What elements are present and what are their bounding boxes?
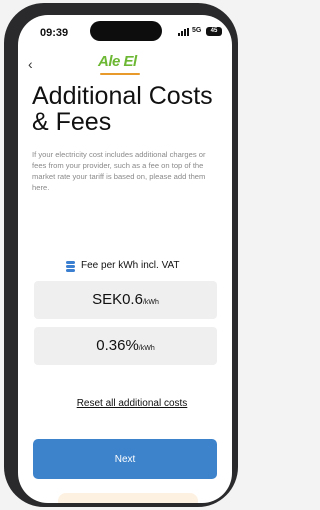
back-chevron-icon[interactable]: ‹ — [28, 55, 42, 73]
dynamic-island — [90, 21, 162, 41]
network-label: 5G — [192, 27, 202, 34]
status-time: 09:39 — [40, 27, 69, 39]
percent-fee-unit: /kWh — [138, 345, 155, 352]
signal-icon — [178, 28, 189, 36]
next-button[interactable]: Next — [33, 439, 217, 479]
status-bar: 09:39 5G 45 — [18, 15, 232, 51]
fee-per-kwh-value: SEK0.6 — [92, 291, 143, 308]
reset-costs-link[interactable]: Reset all additional costs — [18, 398, 232, 409]
app-logo: Ale El — [98, 53, 137, 70]
page-description: If your electricity cost includes additi… — [32, 150, 206, 192]
fee-label: Fee per kWh incl. VAT — [81, 260, 180, 271]
bottom-glow — [58, 493, 198, 503]
fee-per-kwh-input[interactable]: SEK0.6 /kWh — [34, 281, 217, 319]
logo-underline — [100, 73, 140, 75]
database-icon — [66, 260, 75, 272]
percent-fee-input[interactable]: 0.36% /kWh — [34, 327, 217, 365]
phone-frame: 09:39 5G 45 ‹ Ale El Additional Costs & … — [4, 3, 238, 507]
fee-per-kwh-unit: /kWh — [142, 299, 159, 306]
app-screen: 09:39 5G 45 ‹ Ale El Additional Costs & … — [18, 15, 232, 503]
percent-fee-value: 0.36% — [96, 337, 139, 354]
battery-icon: 45 — [206, 27, 222, 36]
fee-label-row: Fee per kWh incl. VAT — [66, 260, 180, 272]
page-title: Additional Costs & Fees — [32, 82, 213, 136]
